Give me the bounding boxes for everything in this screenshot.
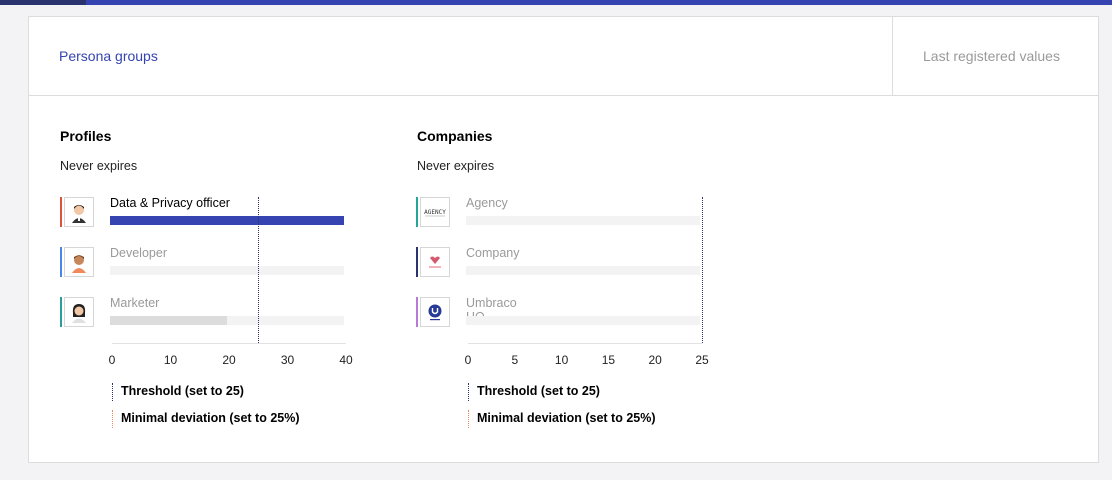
tab-last-registered-wrap: Last registered values [892, 17, 1098, 95]
legend-deviation-marker [468, 410, 469, 428]
legend-deviation: Minimal deviation (set to 25%) [121, 411, 300, 425]
x-axis-line [112, 343, 346, 344]
developer-avatar-icon [64, 247, 94, 277]
chart-row[interactable]: Developer [60, 246, 344, 277]
legend-threshold-marker [112, 383, 113, 401]
x-tick-label: 5 [511, 353, 519, 367]
legend-threshold: Threshold (set to 25) [477, 384, 600, 398]
agency-logo-icon: AGENCY [420, 197, 450, 227]
card-header: Persona groups Last registered values [29, 17, 1098, 96]
x-tick-label: 20 [648, 353, 662, 367]
svg-text:AGENCY: AGENCY [424, 209, 446, 216]
companies-title: Companies [417, 128, 493, 144]
bar-track [110, 216, 344, 225]
tab-last-registered-values[interactable]: Last registered values [923, 17, 1060, 95]
row-label: Company [466, 246, 520, 260]
bar-track [466, 316, 700, 325]
profiles-title: Profiles [60, 128, 112, 144]
bar-track [466, 216, 700, 225]
tab-persona-groups[interactable]: Persona groups [59, 17, 158, 95]
row-label: Agency [466, 196, 508, 210]
x-axis-line [468, 343, 702, 344]
bar-fill [110, 216, 344, 225]
persona-card: Persona groups Last registered values Pr… [28, 16, 1099, 463]
companies-subtitle: Never expires [417, 159, 495, 173]
x-tick-label: 20 [222, 353, 236, 367]
row-color-marker [60, 197, 62, 227]
x-tick-label: 40 [339, 353, 353, 367]
legend-threshold: Threshold (set to 25) [121, 384, 244, 398]
company-logo-icon [420, 247, 450, 277]
umbraco-logo-icon [420, 297, 450, 327]
bar-fill [110, 316, 227, 325]
legend-threshold-marker [468, 383, 469, 401]
row-label: Marketer [110, 296, 160, 310]
row-color-marker [416, 297, 418, 327]
threshold-line [702, 197, 703, 343]
row-color-marker [416, 247, 418, 277]
x-tick-label: 0 [464, 353, 472, 367]
row-color-marker [416, 197, 418, 227]
threshold-line [258, 197, 260, 343]
legend-deviation-marker [112, 410, 113, 428]
x-tick-label: 25 [695, 353, 709, 367]
bar-track [110, 266, 344, 275]
row-color-marker [60, 247, 62, 277]
row-label: Data & Privacy officer [110, 196, 230, 210]
row-label: Developer [110, 246, 167, 260]
bar-track [110, 316, 344, 325]
top-accent-bar [0, 0, 1112, 5]
chart-row[interactable]: Marketer [60, 296, 344, 327]
privacy-officer-avatar-icon [64, 197, 94, 227]
legend-deviation: Minimal deviation (set to 25%) [477, 411, 656, 425]
profiles-subtitle: Never expires [60, 159, 138, 173]
row-color-marker [60, 297, 62, 327]
top-accent-bar-active [0, 0, 86, 5]
x-tick-label: 30 [280, 353, 295, 367]
x-tick-label: 0 [108, 353, 116, 367]
x-tick-label: 10 [163, 353, 178, 367]
x-tick-label: 15 [601, 353, 616, 367]
marketer-avatar-icon [64, 297, 94, 327]
bar-track [466, 266, 700, 275]
chart-row[interactable]: Data & Privacy officer [60, 196, 344, 227]
x-tick-label: 10 [554, 353, 569, 367]
